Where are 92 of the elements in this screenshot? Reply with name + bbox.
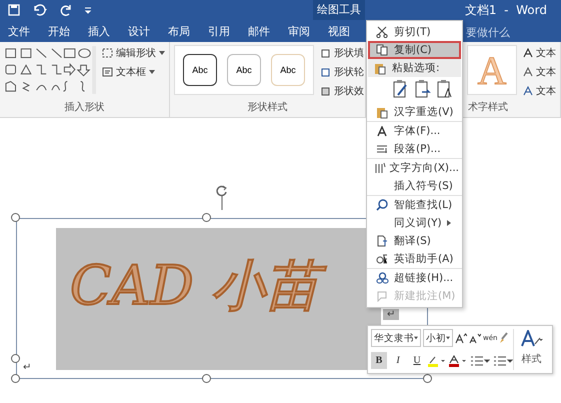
letter-a-icon <box>523 66 533 78</box>
paragraph-mark: ↵ <box>383 309 400 320</box>
customize-toolbar-icon[interactable] <box>84 6 92 14</box>
shrink-font-icon[interactable] <box>469 332 481 344</box>
clipboard-icon <box>374 62 386 74</box>
save-icon[interactable] <box>8 4 20 16</box>
menu-item[interactable]: 智能查找(L) <box>368 196 461 214</box>
scissors-icon <box>376 26 388 38</box>
edit-points-icon <box>102 48 113 58</box>
search-icon <box>376 199 388 211</box>
wordart-text: CAD 小苗 <box>66 250 333 323</box>
comment-icon <box>376 290 388 302</box>
resize-handle[interactable] <box>11 354 20 363</box>
group-label: 插入形状 <box>64 100 106 115</box>
highlighter-icon[interactable] <box>428 354 446 366</box>
ribbon-tab[interactable]: 文件 <box>6 22 46 40</box>
ribbon-tab[interactable]: 视图 <box>326 22 366 40</box>
caret-icon <box>149 70 155 74</box>
group-label: 形状样式 <box>246 100 288 115</box>
bold-button[interactable]: B <box>371 352 387 369</box>
window-title: 文档1 - Word <box>464 2 547 18</box>
tell-me-hint[interactable]: 要做什么 <box>466 25 510 40</box>
undo-icon[interactable] <box>32 4 48 16</box>
styles-icon <box>520 330 542 348</box>
text-fill-button[interactable]: 文本 <box>523 45 556 61</box>
menu-item[interactable]: 字体(F)... <box>368 122 461 140</box>
text-box-button[interactable]: 文本框 <box>102 64 165 80</box>
pencil-icon <box>320 66 331 78</box>
redo-icon[interactable] <box>60 4 72 16</box>
font-color-icon[interactable] <box>449 354 467 366</box>
clipboard-icon <box>376 106 388 118</box>
menu-item[interactable]: 复制(C) <box>368 41 461 59</box>
shape-effects-button[interactable]: 形状效 <box>320 83 364 99</box>
font-name-field[interactable]: 华文隶书 <box>371 329 421 347</box>
letter-a-icon <box>523 48 533 58</box>
numbered-list-icon[interactable] <box>493 354 513 366</box>
shadow-square-icon <box>320 86 331 96</box>
text-box-icon <box>102 67 113 77</box>
shapes-gallery-drawing[interactable] <box>4 45 96 95</box>
paint-bucket-icon <box>320 48 331 58</box>
menu-item[interactable]: 汉字重选(V) <box>368 103 461 121</box>
letter-a-icon <box>523 86 533 96</box>
grow-font-icon[interactable] <box>455 332 467 344</box>
group-label: 术字样式 <box>468 100 508 115</box>
resize-handle[interactable] <box>202 213 211 222</box>
ribbon-tab[interactable]: 引用 <box>206 22 246 40</box>
styles-button[interactable]: 样式 <box>513 329 549 370</box>
copy-icon <box>376 44 388 56</box>
menu-section-header: 粘贴选项: <box>368 59 461 77</box>
resize-handle[interactable] <box>202 374 211 383</box>
ribbon-tab[interactable]: 布局 <box>166 22 206 40</box>
submenu-arrow-icon <box>447 220 451 226</box>
paste-merge-format-icon[interactable] <box>415 79 431 99</box>
ribbon-tab[interactable]: 开始 <box>46 22 86 40</box>
ribbon-tab[interactable]: 审阅 <box>286 22 326 40</box>
link-icon <box>376 272 388 284</box>
text-outline-button[interactable]: 文本 <box>523 64 556 80</box>
translate-icon <box>376 235 388 247</box>
shape-outline-button[interactable]: 形状轮 <box>320 64 364 80</box>
menu-item[interactable]: 插入符号(S) <box>368 177 461 195</box>
paragraph-icon <box>376 144 388 154</box>
rotate-handle-icon[interactable] <box>215 184 229 210</box>
ribbon-tab[interactable]: 插入 <box>86 22 126 40</box>
shape-style-swatch[interactable]: Abc <box>183 54 217 86</box>
brush-icon[interactable] <box>499 332 510 344</box>
caret-icon <box>446 336 450 340</box>
text-effects-button[interactable]: 文本 <box>523 83 556 99</box>
menu-item[interactable]: 段落(P)... <box>368 140 461 158</box>
magnifier-letter-icon <box>376 253 388 265</box>
ribbon-tab[interactable]: 邮件 <box>246 22 286 40</box>
resize-handle[interactable] <box>11 374 20 383</box>
paste-text-only-icon[interactable] <box>437 79 453 99</box>
resize-handle[interactable] <box>423 374 432 383</box>
shape-style-swatch[interactable]: Abc <box>271 54 305 86</box>
shape-fill-button[interactable]: 形状填 <box>320 45 364 61</box>
font-size-field[interactable]: 小初 <box>423 329 453 347</box>
caret-icon <box>414 336 418 340</box>
text-direction-icon <box>374 162 386 174</box>
italic-button[interactable]: I <box>390 352 406 369</box>
paste-keep-format-icon[interactable] <box>393 79 409 99</box>
ribbon-tab[interactable]: 设计 <box>126 22 166 40</box>
menu-item[interactable]: 剪切(T) <box>368 23 461 41</box>
letter-a-icon <box>377 126 387 136</box>
shape-style-swatch[interactable]: Abc <box>227 54 261 86</box>
caret-icon <box>159 51 165 55</box>
menu-item[interactable]: 文字方向(X)... <box>368 159 461 177</box>
contextual-tab-label: 绘图工具 <box>312 0 365 20</box>
bullet-list-icon[interactable] <box>470 354 490 366</box>
resize-handle[interactable] <box>11 213 20 222</box>
edit-shape-button[interactable]: 编辑形状 <box>102 45 165 61</box>
underline-button[interactable]: U <box>409 352 425 369</box>
paragraph-mark: ↵ <box>23 362 32 373</box>
